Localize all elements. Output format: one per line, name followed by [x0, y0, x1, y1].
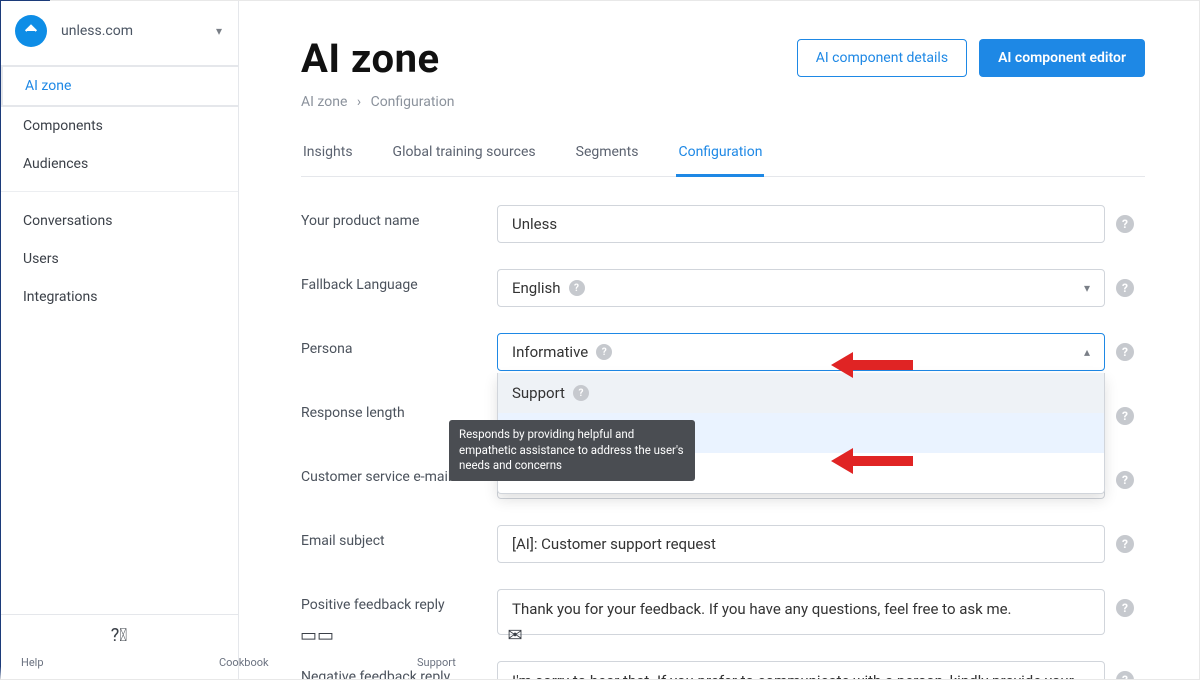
- persona-option-support[interactable]: Support ?: [498, 373, 1104, 413]
- nav-integrations[interactable]: Integrations: [1, 278, 238, 316]
- sidebar: unless.com ▾ AI zone Components Audience…: [1, 1, 239, 679]
- ai-component-editor-button[interactable]: AI component editor: [979, 39, 1145, 77]
- bottom-bar: ?⃝ Help ▭▭ Cookbook ✉ Support: [1, 614, 238, 679]
- tab-configuration[interactable]: Configuration: [676, 144, 764, 177]
- domain-selector[interactable]: unless.com ▾: [61, 23, 222, 39]
- chevron-down-icon: ▾: [216, 24, 222, 38]
- help-icon: ?: [596, 344, 612, 360]
- annotation-arrow: [853, 456, 913, 466]
- config-form: Your product name Unless ? Fallback Lang…: [301, 205, 1145, 679]
- help-icon[interactable]: ?: [1116, 535, 1134, 553]
- tab-insights[interactable]: Insights: [301, 144, 355, 176]
- breadcrumb-item[interactable]: AI zone: [301, 94, 347, 110]
- logo-icon: [15, 15, 47, 47]
- page-title: AI zone: [301, 35, 440, 82]
- nav-group-2: Conversations Users Integrations: [1, 200, 238, 316]
- chevron-down-icon: ▾: [1084, 281, 1090, 295]
- nav-audiences[interactable]: Audiences: [1, 145, 238, 183]
- chevron-up-icon: ▴: [1084, 345, 1090, 359]
- nav-components[interactable]: Components: [1, 107, 238, 145]
- help-icon: ?: [569, 280, 585, 296]
- annotation-arrow: [853, 360, 913, 370]
- domain-label: unless.com: [61, 23, 133, 39]
- help-icon: ?: [573, 385, 589, 401]
- help-icon[interactable]: ?: [1116, 407, 1134, 425]
- product-name-label: Your product name: [301, 205, 497, 229]
- nav-users[interactable]: Users: [1, 240, 238, 278]
- email-subject-label: Email subject: [301, 525, 497, 549]
- help-icon[interactable]: ?: [1116, 279, 1134, 297]
- tab-segments[interactable]: Segments: [574, 144, 641, 176]
- nav-group-1: AI zone Components Audiences: [1, 63, 238, 183]
- help-icon[interactable]: ?: [1116, 343, 1134, 361]
- main-content: AI zone AI component details AI componen…: [239, 1, 1199, 679]
- fallback-language-label: Fallback Language: [301, 269, 497, 293]
- breadcrumb: AI zone › Configuration: [301, 94, 1145, 110]
- nav-conversations[interactable]: Conversations: [1, 202, 238, 240]
- support-button[interactable]: ✉ Support: [417, 621, 613, 673]
- tablist: Insights Global training sources Segment…: [301, 144, 1145, 177]
- help-icon[interactable]: ?: [1116, 671, 1134, 679]
- ai-component-details-button[interactable]: AI component details: [797, 39, 967, 77]
- persona-support-tooltip: Responds by providing helpful and empath…: [449, 420, 695, 481]
- help-button[interactable]: ?⃝ Help: [21, 621, 217, 673]
- positive-feedback-label: Positive feedback reply: [301, 589, 497, 613]
- response-length-label: Response length: [301, 397, 497, 421]
- product-name-input[interactable]: Unless: [497, 205, 1105, 243]
- breadcrumb-item[interactable]: Configuration: [371, 94, 455, 110]
- help-icon[interactable]: ?: [1116, 471, 1134, 489]
- help-icon[interactable]: ?: [1116, 215, 1134, 233]
- help-icon: ?⃝: [111, 625, 128, 646]
- persona-dropdown: Support ? Responds by providing helpful …: [497, 373, 1105, 494]
- nav-ai-zone[interactable]: AI zone: [1, 65, 238, 107]
- book-icon: ▭▭: [300, 625, 334, 646]
- persona-label: Persona: [301, 333, 497, 357]
- help-icon[interactable]: ?: [1116, 599, 1134, 617]
- persona-select[interactable]: Informative ? ▴: [497, 333, 1105, 371]
- email-subject-input[interactable]: [AI]: Customer support request: [497, 525, 1105, 563]
- mail-icon: ✉: [507, 625, 522, 646]
- tab-global-training[interactable]: Global training sources: [391, 144, 538, 176]
- fallback-language-select[interactable]: English ? ▾: [497, 269, 1105, 307]
- cookbook-button[interactable]: ▭▭ Cookbook: [219, 621, 415, 673]
